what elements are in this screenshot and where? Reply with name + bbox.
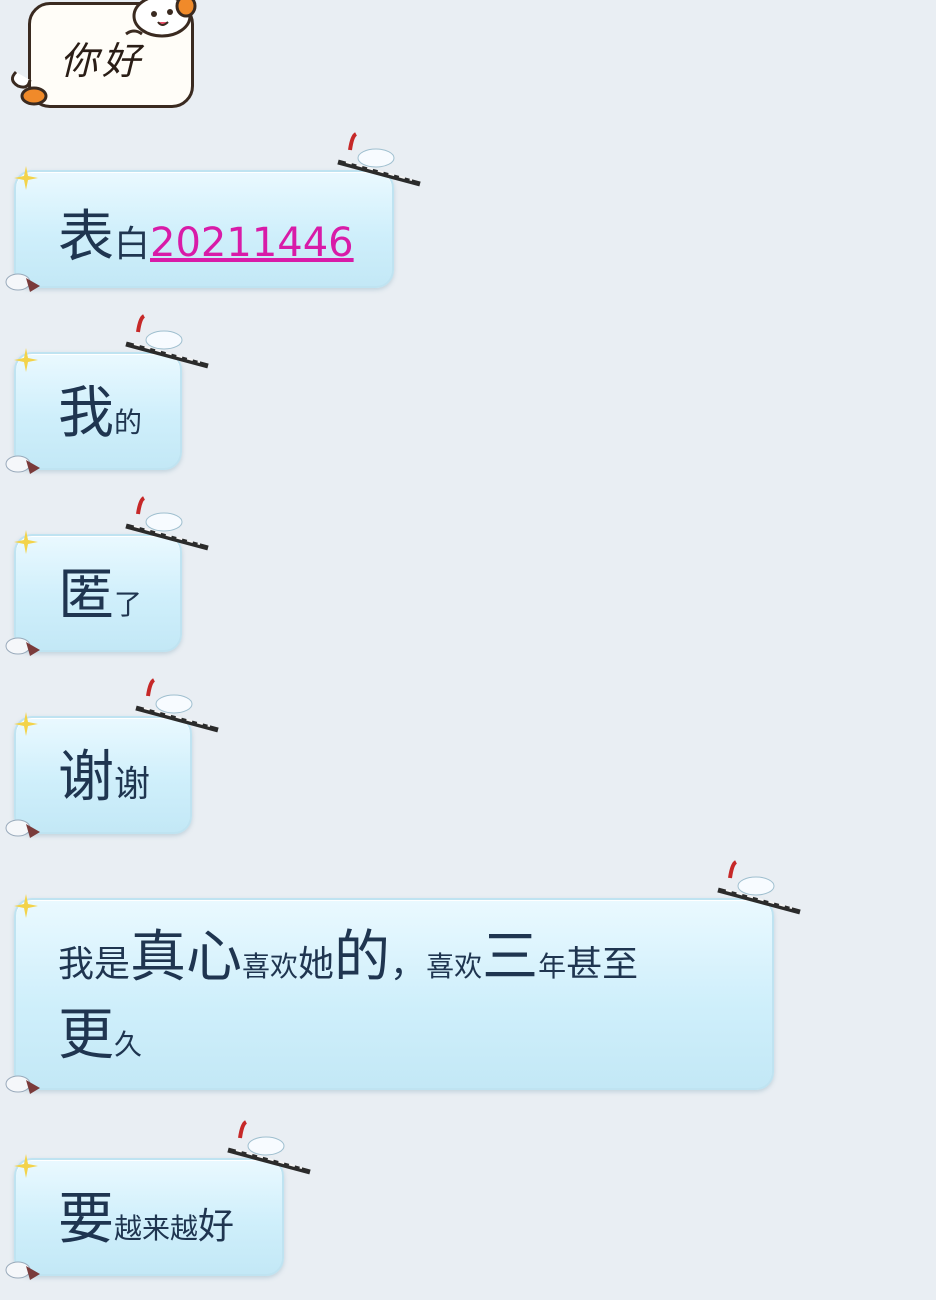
message-part: 匿	[58, 563, 114, 628]
message-part: 我是	[58, 944, 131, 985]
message-text: 表白20211446	[58, 210, 354, 266]
cat-on-pen-icon	[125, 314, 209, 369]
message-part: 的	[334, 925, 391, 990]
sparkle-icon	[14, 530, 38, 554]
message-text-line-2: 更久	[58, 1008, 142, 1064]
sticker-message[interactable]: 你好	[8, 0, 197, 112]
message-text: 要越来越好	[58, 1192, 234, 1248]
sparkle-icon	[14, 894, 38, 918]
message-part: 喜欢	[426, 950, 483, 983]
message-part: 的	[114, 406, 143, 439]
chat-bubble: 匿了	[5, 496, 209, 656]
message-part: 我	[58, 381, 114, 446]
chat-message[interactable]: 我是真心喜欢她的，喜欢三年甚至 更久	[5, 860, 801, 1094]
message-part: 喜欢	[242, 950, 299, 983]
paw-icon	[11, 70, 48, 106]
message-part: 谢	[114, 764, 151, 805]
cat-on-pen-icon	[337, 132, 421, 187]
cat-on-pen-icon	[717, 860, 801, 915]
chat-message[interactable]: 我的	[5, 314, 209, 474]
message-part: 三	[482, 925, 539, 990]
message-part: 年	[538, 950, 567, 983]
mouse-icon	[5, 1261, 40, 1280]
message-part: 久	[114, 1028, 143, 1061]
chat-bubble: 表白20211446	[5, 132, 421, 292]
message-part: 更	[58, 1003, 114, 1068]
cat-on-pen-icon	[227, 1120, 311, 1175]
message-text: 匿了	[58, 568, 142, 624]
cat-on-pen-icon	[125, 496, 209, 551]
message-part: 她	[298, 944, 335, 985]
phone-number-link[interactable]: 20211446	[150, 220, 354, 266]
chat-message[interactable]: 谢谢	[5, 678, 219, 838]
mouse-icon	[5, 819, 40, 838]
sparkle-icon	[14, 712, 38, 736]
message-text: 谢谢	[58, 750, 150, 806]
chat-bubble: 我的	[5, 314, 209, 474]
mouse-icon	[5, 455, 40, 474]
message-part: ，	[390, 944, 427, 985]
mouse-icon	[5, 1075, 40, 1094]
chat-bubble: 我是真心喜欢她的，喜欢三年甚至 更久	[5, 860, 801, 1094]
message-text-line-1: 我是真心喜欢她的，喜欢三年甚至	[58, 930, 638, 986]
message-part: 真心	[130, 925, 243, 990]
chat-bubble: 谢谢	[5, 678, 219, 838]
cat-on-pen-icon	[135, 678, 219, 733]
message-part: 谢	[58, 745, 114, 810]
chat-bubble: 要越来越好	[5, 1120, 311, 1280]
sticker-text: 你好	[60, 39, 145, 83]
message-part: 越来越	[114, 1212, 199, 1245]
message-part: 要	[58, 1187, 114, 1252]
message-part: 好	[198, 1206, 235, 1247]
message-part: 白	[114, 224, 151, 265]
chat-message[interactable]: 匿了	[5, 496, 209, 656]
sparkle-icon	[14, 166, 38, 190]
chat-message[interactable]: 要越来越好	[5, 1120, 311, 1280]
sparkle-icon	[14, 348, 38, 372]
message-part: 甚至	[566, 944, 639, 985]
message-part: 了	[114, 588, 143, 621]
message-part: 表	[58, 205, 114, 270]
message-text: 我的	[58, 386, 142, 442]
mouse-icon	[5, 273, 40, 292]
mouse-icon	[5, 637, 40, 656]
chat-message[interactable]: 表白20211446	[5, 132, 421, 292]
sparkle-icon	[14, 1154, 38, 1178]
